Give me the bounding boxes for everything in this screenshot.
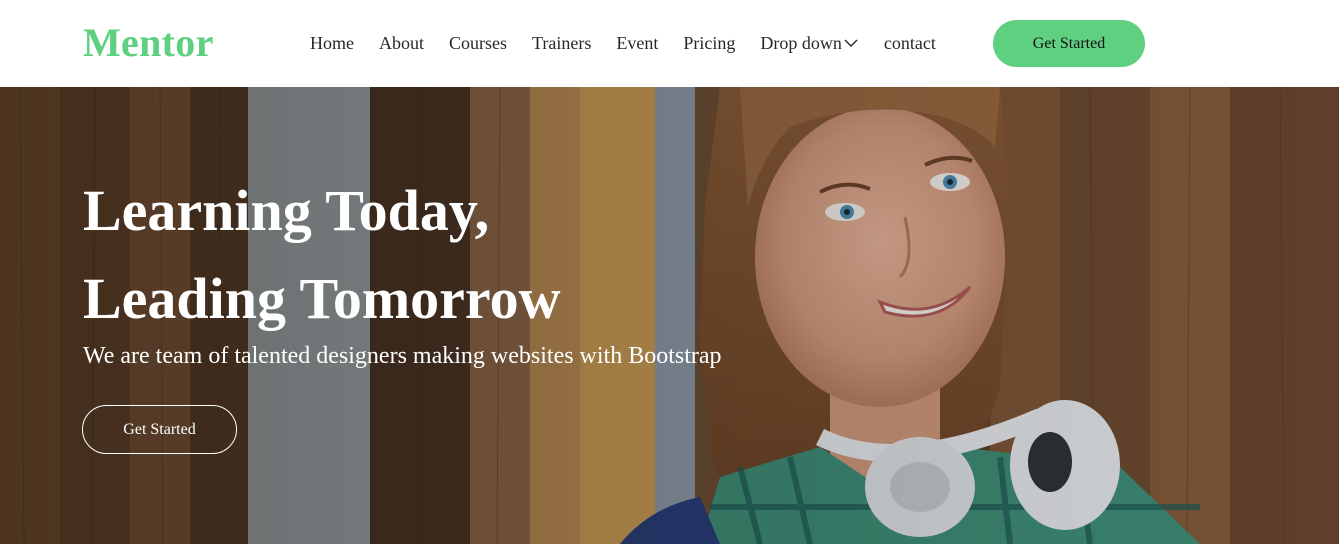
nav-item-label: Home (310, 33, 354, 53)
nav-item-contact[interactable]: contact (884, 30, 936, 56)
nav-item-label: Drop down (760, 33, 842, 53)
nav-item-trainers[interactable]: Trainers (532, 30, 591, 56)
nav-item-pricing[interactable]: Pricing (683, 30, 735, 56)
nav-item-label: Event (616, 33, 659, 53)
hero-title-line1: Learning Today, (83, 178, 490, 243)
nav-item-label: About (379, 33, 424, 53)
hero-section: Learning Today, Leading Tomorrow We are … (0, 87, 1339, 544)
nav-item-label: Courses (449, 33, 507, 53)
nav-item-home[interactable]: Home (310, 30, 354, 56)
hero-subtitle: We are team of talented designers making… (83, 343, 722, 369)
hero-get-started-button[interactable]: Get Started (82, 405, 237, 454)
get-started-button[interactable]: Get Started (993, 20, 1145, 67)
nav-item-event[interactable]: Event (616, 30, 658, 56)
hero-title: Learning Today, Leading Tomorrow (83, 167, 783, 343)
nav-item-label: Trainers (532, 33, 592, 53)
nav-item-dropdown[interactable]: Drop down (760, 30, 859, 56)
nav-item-label: contact (883, 33, 936, 53)
nav-item-label: Pricing (683, 33, 736, 53)
hero-title-line2: Leading Tomorrow (83, 266, 561, 331)
main-nav: Home About Courses Trainers Event Pricin… (310, 30, 936, 56)
chevron-down-icon (844, 39, 858, 47)
nav-item-courses[interactable]: Courses (449, 30, 507, 56)
nav-item-about[interactable]: About (379, 30, 424, 56)
site-header: Mentor Home About Courses Trainers Event… (0, 0, 1339, 87)
logo[interactable]: Mentor (83, 20, 214, 66)
